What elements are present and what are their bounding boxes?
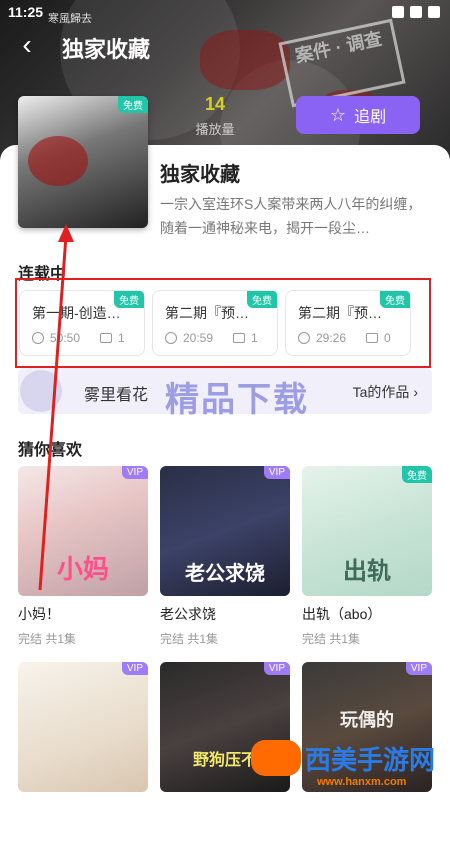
- site-logo-url: www.hanxm.com: [317, 776, 407, 788]
- gamepad-icon: [251, 740, 301, 776]
- site-logo-name: 西美手游网: [305, 745, 436, 775]
- site-logo-watermark: 西美手游网 www.hanxm.com: [247, 734, 442, 794]
- annotation-arrow: [38, 224, 74, 591]
